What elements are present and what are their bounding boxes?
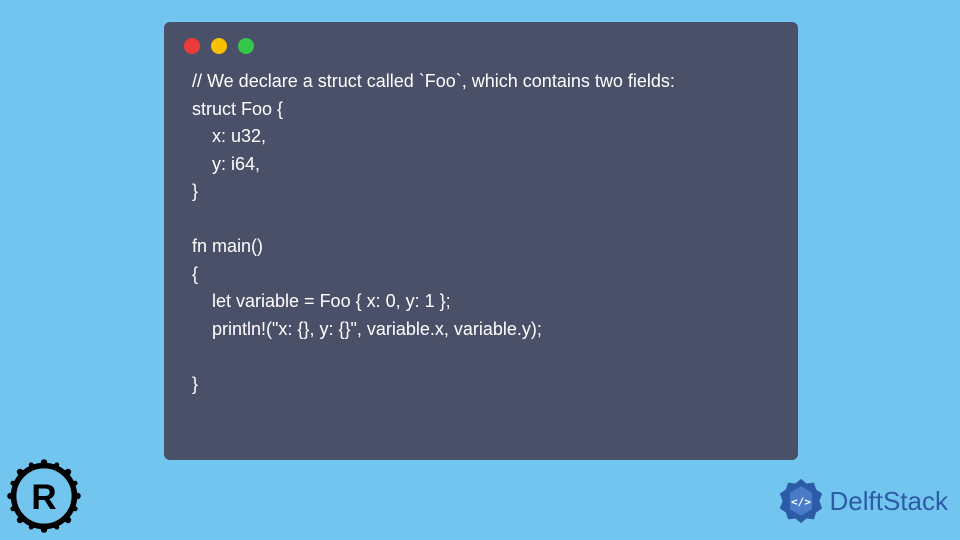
close-icon — [184, 38, 200, 54]
code-block: // We declare a struct called `Foo`, whi… — [164, 62, 798, 418]
code-window: // We declare a struct called `Foo`, whi… — [164, 22, 798, 460]
delftstack-brand: </> DelftStack — [778, 478, 949, 524]
rust-logo-icon: R — [4, 456, 84, 536]
brand-name: DelftStack — [830, 486, 949, 517]
maximize-icon — [238, 38, 254, 54]
svg-text:</>: </> — [791, 496, 811, 509]
svg-text:R: R — [31, 478, 56, 517]
minimize-icon — [211, 38, 227, 54]
delftstack-logo-icon: </> — [778, 478, 824, 524]
traffic-lights — [164, 22, 798, 62]
